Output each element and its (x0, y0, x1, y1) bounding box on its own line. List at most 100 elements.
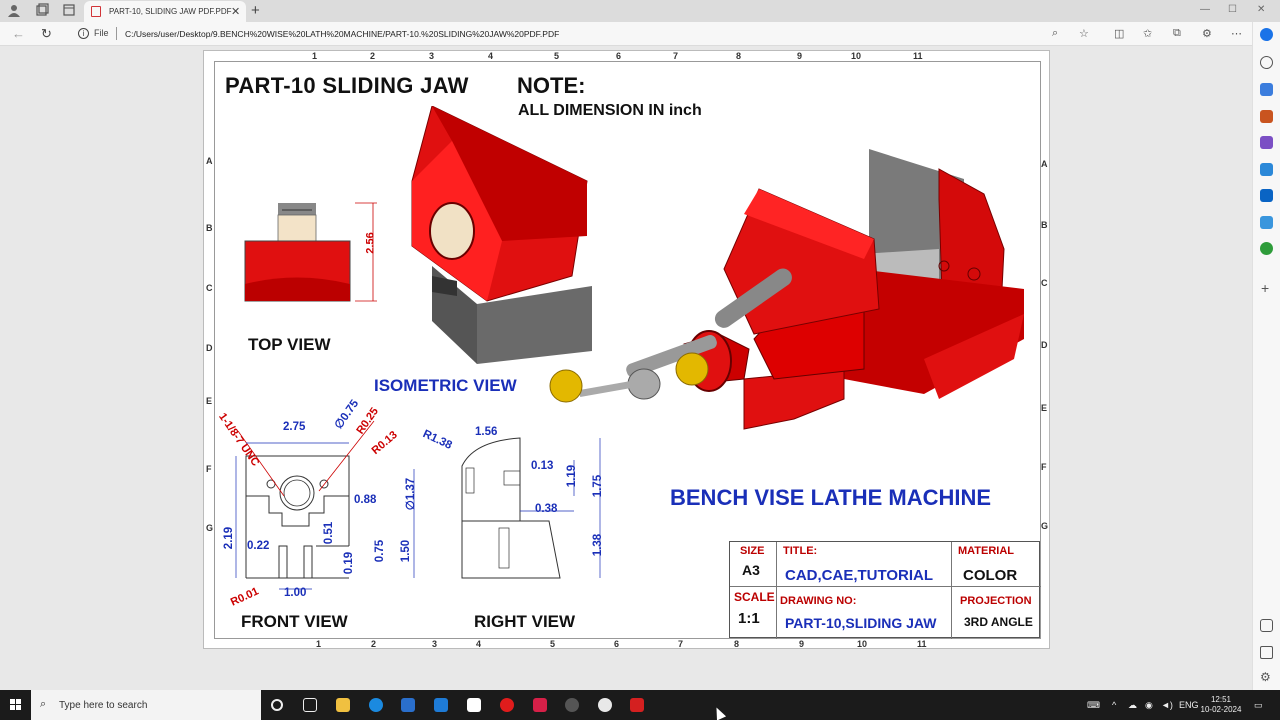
zone-left-g: G (206, 523, 214, 533)
search-placeholder: Type here to search (59, 700, 148, 711)
dim-0-75: 0.75 (374, 539, 387, 563)
solidworks-icon[interactable] (630, 698, 644, 712)
zone-top-4: 4 (488, 51, 494, 61)
volume-icon[interactable]: ◄) (1161, 700, 1173, 710)
zone-bottom-11: 11 (917, 639, 927, 649)
zone-bottom-9: 9 (799, 639, 805, 649)
open-external-icon[interactable] (1260, 646, 1273, 659)
back-icon[interactable]: ← (12, 26, 25, 41)
tab-actions-icon[interactable] (61, 3, 77, 19)
url-text[interactable]: C:/Users/user/Desktop/9.BENCH%20WISE%20L… (125, 29, 559, 39)
network-icon[interactable]: ◉ (1145, 700, 1153, 711)
minimize-icon[interactable]: — (1200, 4, 1210, 15)
zone-bottom-5: 5 (550, 639, 556, 649)
favorite-star-icon[interactable]: ☆ (1079, 27, 1089, 40)
zone-right-b: B (1041, 220, 1048, 230)
store-icon[interactable] (401, 698, 415, 712)
new-tab-icon[interactable]: + (251, 2, 260, 19)
sidebar-panel-icon[interactable] (1260, 619, 1273, 632)
scale-label: SCALE (734, 590, 775, 604)
search-icon[interactable] (1260, 56, 1273, 69)
zone-top-10: 10 (851, 51, 862, 61)
more-icon[interactable]: ⋯ (1231, 27, 1242, 40)
zoom-icon[interactable]: ⌕ (1052, 27, 1058, 40)
close-tab-icon[interactable]: ✕ (231, 5, 240, 18)
games-icon[interactable] (1260, 136, 1273, 149)
windows-start-icon[interactable] (10, 699, 22, 711)
notification-icon[interactable]: ▭ (1254, 700, 1263, 711)
info-icon[interactable]: i (78, 28, 89, 39)
keyboard-icon[interactable]: ⌨ (1087, 700, 1100, 711)
zone-right-a: A (1041, 159, 1048, 169)
profile-icon[interactable] (6, 3, 22, 19)
mail-icon[interactable] (434, 698, 448, 712)
zone-right-d: D (1041, 340, 1048, 350)
dim-1-75: 1.75 (592, 474, 605, 498)
add-icon[interactable]: + (1261, 280, 1269, 296)
task-view-icon[interactable] (303, 698, 317, 712)
pdf-icon (91, 6, 101, 17)
dim-0-51: 0.51 (323, 521, 336, 545)
shopping-icon[interactable] (1260, 83, 1273, 96)
zone-top-3: 3 (429, 51, 435, 61)
front-view-drawing (235, 420, 415, 590)
tab-pdf[interactable]: PART-10, SLIDING JAW PDF.PDF ✕ (84, 1, 246, 22)
tab-title: PART-10, SLIDING JAW PDF.PDF (109, 7, 232, 16)
language-indicator[interactable]: ENG (1179, 700, 1199, 710)
top-view-label: TOP VIEW (248, 335, 331, 354)
zone-right-g: G (1041, 521, 1049, 531)
zone-top-7: 7 (673, 51, 679, 61)
projection-label: PROJECTION (960, 595, 1032, 607)
copilot-icon[interactable] (1260, 28, 1273, 41)
tree-icon[interactable] (1260, 242, 1273, 255)
search-icon: ⌕ (40, 698, 47, 710)
dim-1-38: 1.38 (592, 533, 605, 557)
bench-vise-assembly (549, 149, 1024, 430)
zone-top-2: 2 (370, 51, 376, 61)
zone-left-c: C (206, 283, 213, 293)
edge-icon[interactable] (369, 698, 383, 712)
zone-top-1: 1 (312, 51, 318, 61)
clock[interactable]: 12:51 10-02-2024 (1200, 695, 1242, 715)
tools-icon[interactable] (1260, 110, 1273, 123)
dim-1-56: 1.56 (475, 426, 498, 438)
zone-top-5: 5 (554, 51, 560, 61)
maximize-icon[interactable]: ☐ (1228, 4, 1237, 15)
projection-value: 3RD ANGLE (964, 615, 1033, 629)
clock-time: 12:51 (1210, 695, 1232, 704)
url-field[interactable]: i File C:/Users/user/Desktop/9.BENCH%20W… (72, 24, 1102, 44)
close-window-icon[interactable]: ✕ (1257, 4, 1265, 15)
taskbar-search[interactable]: ⌕ Type here to search (31, 690, 261, 720)
split-screen-icon[interactable]: ◫ (1114, 27, 1124, 40)
dim-1-50: 1.50 (400, 539, 413, 563)
chrome-icon[interactable] (598, 698, 612, 712)
settings-gear-icon[interactable]: ⚙ (1260, 670, 1271, 684)
dim-0-13: 0.13 (531, 460, 554, 472)
dim-2-75: 2.75 (283, 421, 306, 433)
microsoft365-icon[interactable] (1260, 163, 1273, 176)
cortana-icon[interactable] (271, 699, 283, 711)
collections-icon[interactable]: ⧉ (1173, 27, 1181, 40)
favorites-icon[interactable]: ✩ (1143, 27, 1152, 40)
file-explorer-icon[interactable] (336, 698, 350, 712)
title-block: SIZE A3 TITLE: CAD,CAE,TUTORIAL MATERIAL… (729, 541, 1041, 639)
cloud-icon[interactable]: ☁ (1128, 700, 1137, 711)
taskbar: ⌕ Type here to search ⌨ ^ ☁ ◉ ◄) ENG 12:… (0, 690, 1280, 720)
machine-title: BENCH VISE LATHE MACHINE (670, 485, 992, 510)
workspaces-icon[interactable] (34, 3, 50, 19)
extensions-icon[interactable]: ⚙ (1202, 27, 1212, 40)
refresh-icon[interactable]: ↻ (41, 26, 52, 42)
notepad-icon[interactable] (467, 698, 481, 712)
note-heading: NOTE: (517, 73, 586, 98)
right-view-drawing (461, 437, 601, 579)
zone-left-f: F (206, 464, 212, 474)
dim-0-38: 0.38 (535, 503, 558, 515)
material-value: COLOR (963, 567, 1018, 584)
tray-chevron-icon[interactable]: ^ (1112, 700, 1116, 710)
recorder-icon[interactable] (533, 698, 547, 712)
opera-icon[interactable] (500, 698, 514, 712)
telegram-icon[interactable] (1260, 216, 1273, 229)
outlook-icon[interactable] (1260, 189, 1273, 202)
zone-right-f: F (1041, 462, 1047, 472)
obs-icon[interactable] (565, 698, 579, 712)
